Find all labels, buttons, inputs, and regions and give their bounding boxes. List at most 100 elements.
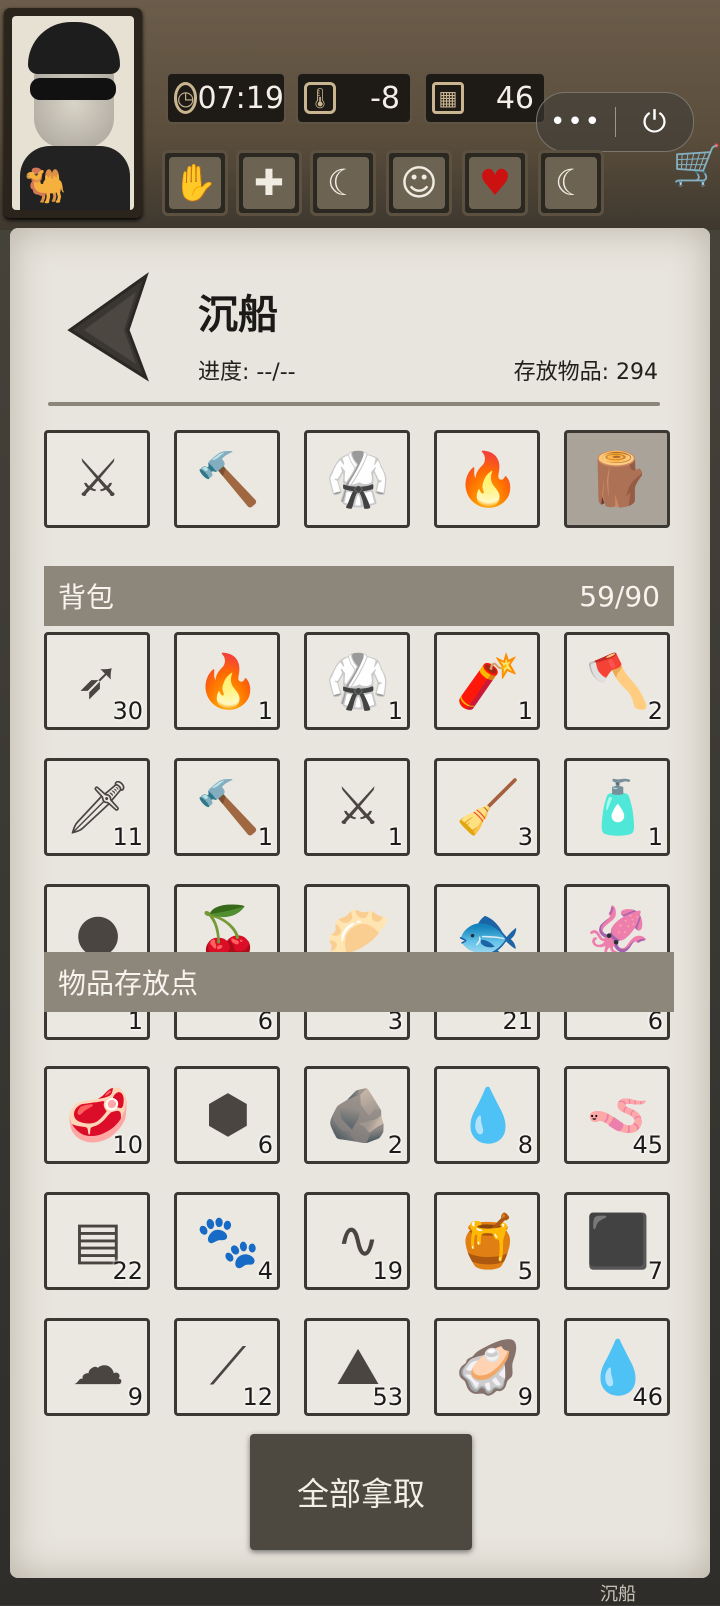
backpack-header: 背包 59/90 [44,566,674,626]
item-count: 3 [517,823,533,851]
item-count: 1 [257,697,273,725]
item-slot[interactable]: 🔥 [434,430,540,528]
health-cross-icon: ✚ [243,157,295,209]
page-title: 沉船 [198,292,278,338]
item-slot[interactable]: 💧 46 [564,1318,670,1416]
item-slot[interactable]: ▤ 22 [44,1192,150,1290]
hand-button[interactable]: ✋ [162,150,228,216]
sleep-button[interactable]: ☾ [538,150,604,216]
item-slot[interactable]: ⬢ 6 [174,1066,280,1164]
time-value: 07:19 [197,80,284,116]
item-count: 1 [517,697,533,725]
stone-hammer-icon: 🔨 [195,777,261,838]
item-slot[interactable]: 🧴 1 [564,758,670,856]
item-slot[interactable]: 🥩 10 [44,1066,150,1164]
backpack-label: 背包 [58,581,115,614]
item-slot[interactable]: 3 [304,1007,410,1040]
item-slot[interactable]: 6 [564,1007,670,1040]
stone-icon: 🪨 [325,1085,391,1146]
footer-location: 沉船 [600,1584,636,1605]
heart-icon: ♥ [469,157,521,209]
item-slot[interactable]: 6 [174,1007,280,1040]
clock-icon: ◷ [174,82,198,114]
item-slot[interactable]: 1 [44,1007,150,1040]
item-slot[interactable]: 🍯 5 [434,1192,540,1290]
item-slot[interactable]: 🪱 45 [564,1066,670,1164]
item-count: 8 [517,1131,533,1159]
more-button[interactable]: ••• [537,107,615,137]
backpack-capacity: 59/90 [579,579,660,613]
item-count: 9 [127,1383,143,1411]
item-slot[interactable]: ⬛ 7 [564,1192,670,1290]
item-slot[interactable]: 21 [434,1007,540,1040]
mind-button[interactable]: ☺ [386,150,452,216]
mind-icon: ☺ [393,157,445,209]
item-slot[interactable]: 🥋 1 [304,632,410,730]
item-slot[interactable]: ☁ 9 [44,1318,150,1416]
item-slot[interactable]: ⚔ [44,430,150,528]
health-button[interactable]: ✚ [236,150,302,216]
sunglasses [30,78,116,100]
item-slot[interactable]: ⟋ 12 [174,1318,280,1416]
item-count: 10 [112,1131,143,1159]
dynamite-icon: 🧨 [455,651,521,712]
item-slot[interactable]: 🪓 2 [564,632,670,730]
item-slot[interactable]: ∿ 19 [304,1192,410,1290]
item-count: 22 [112,1257,143,1285]
torch-icon: 🔥 [195,651,261,712]
item-slot[interactable]: 🪵 [564,430,670,528]
take-all-button[interactable]: 全部拿取 [250,1434,472,1550]
item-slot[interactable]: 💧 8 [434,1066,540,1164]
item-slot[interactable]: ⛰ 53 [304,1318,410,1416]
item-count: 19 [372,1257,403,1285]
day-value: 46 [495,80,534,116]
moon-icon: ☾ [545,157,597,209]
item-slot[interactable]: 🗡 11 [44,758,150,856]
crossbow-icon: ⚔ [74,449,122,509]
item-slot[interactable]: ⚔ 1 [304,758,410,856]
shopping-cart-icon[interactable]: 🛒 [672,142,720,189]
item-count: 12 [242,1383,273,1411]
oil-puddle-icon: 💧 [455,1085,521,1146]
calendar-icon: ▦ [432,82,464,114]
item-slot[interactable]: 🔨 1 [174,758,280,856]
item-count: 2 [387,1131,403,1159]
thermometer-icon: 🌡 [304,82,336,114]
camel-icon: 🐫 [24,166,67,206]
item-slot[interactable]: 🧹 3 [434,758,540,856]
item-slot[interactable]: 🦪 9 [434,1318,540,1416]
item-count: 2 [647,697,663,725]
stomach-icon: ☾ [317,157,369,209]
item-slot[interactable]: 🪨 2 [304,1066,410,1164]
animal-hide-icon: 🐾 [195,1211,261,1272]
torch-icon: 🔥 [455,449,521,510]
pearl-shell-icon: 🦪 [455,1337,521,1398]
item-count: 53 [372,1383,403,1411]
broom-icon: 🧹 [455,777,521,838]
heart-button[interactable]: ♥ [462,150,528,216]
item-slot[interactable]: 🔨 [174,430,280,528]
item-slot[interactable]: 🔥 1 [174,632,280,730]
resin-icon: 🍯 [455,1211,521,1272]
chainmail-icon: 🥋 [325,449,391,510]
stored-count: 存放物品: 294 [513,360,658,385]
item-count: 6 [257,1131,273,1159]
item-slot[interactable]: 🧨 1 [434,632,540,730]
hunger-button[interactable]: ☾ [310,150,376,216]
mini-program-capsule: ••• ⏻ [536,92,694,152]
bottle-icon: 🧴 [585,777,651,838]
hand-icon: ✋ [169,157,221,209]
log-bundle-icon: 🪵 [585,449,651,510]
time-display: ◷ 07:19 [166,72,286,124]
item-count: 30 [112,697,143,725]
item-count: 1 [257,823,273,851]
item-count: 9 [517,1383,533,1411]
item-slot[interactable]: 🐾 4 [174,1192,280,1290]
item-slot[interactable]: ➶ 30 [44,632,150,730]
power-icon[interactable]: ⏻ [616,105,693,140]
back-arrow-icon[interactable] [66,272,152,382]
beanie [28,22,120,74]
item-slot[interactable]: 🥋 [304,430,410,528]
character-portrait[interactable]: 🐫 [4,8,142,218]
item-count: 11 [112,823,143,851]
